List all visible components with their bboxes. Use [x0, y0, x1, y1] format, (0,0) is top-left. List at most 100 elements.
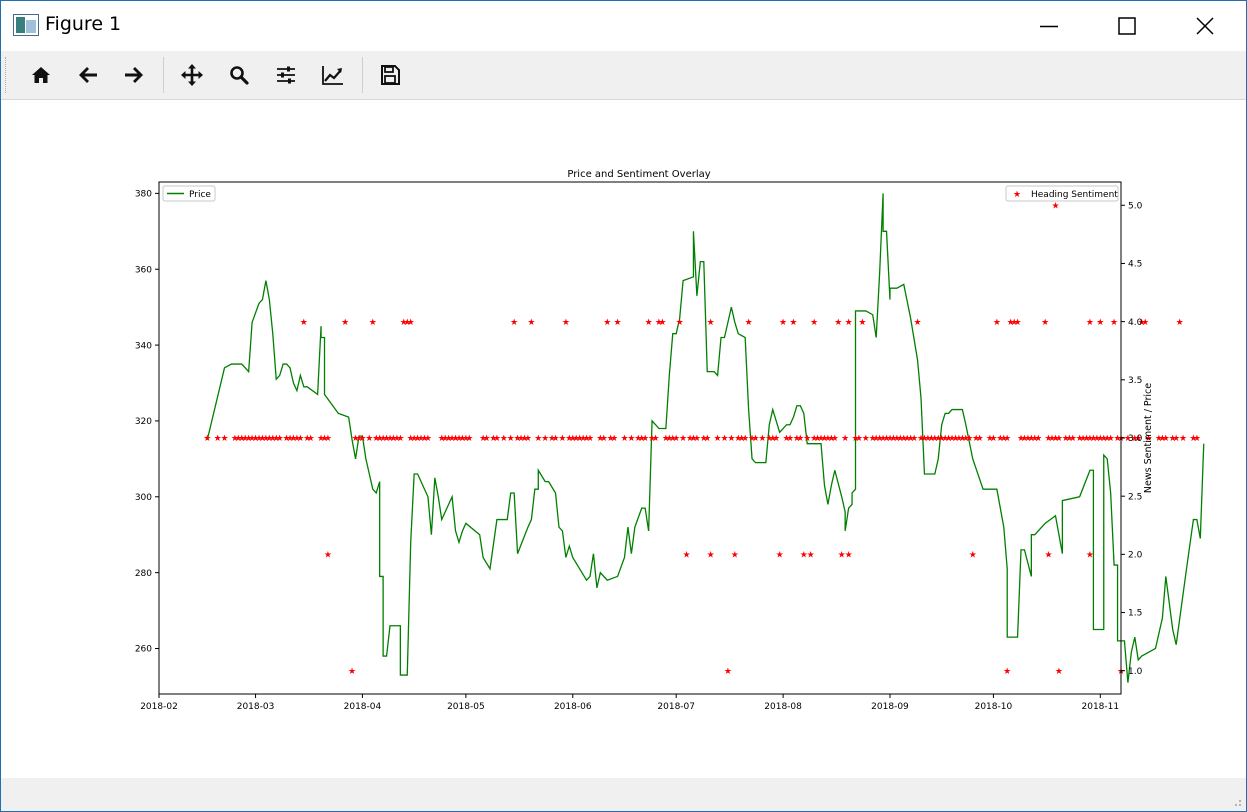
sentiment-point: ★ [527, 318, 535, 328]
toolbar-grip[interactable] [5, 57, 8, 93]
sentiment-point: ★ [1003, 667, 1011, 677]
sentiment-point: ★ [1051, 201, 1059, 211]
edit-axes-icon [322, 66, 343, 85]
back-button[interactable] [71, 59, 105, 91]
x-tick-label: 2018-10 [975, 702, 1013, 712]
sentiment-point: ★ [603, 318, 611, 328]
sentiment-point: ★ [745, 318, 753, 328]
sentiment-point: ★ [658, 318, 666, 328]
y-right-tick-label: 3.0 [1128, 434, 1143, 444]
x-tick-label: 2018-06 [554, 702, 592, 712]
sentiment-point: ★ [976, 434, 984, 444]
sentiment-point: ★ [645, 318, 653, 328]
zoom-button[interactable] [222, 59, 256, 91]
sentiment-point: ★ [307, 434, 315, 444]
sentiment-point: ★ [772, 434, 780, 444]
subplots-icon [277, 66, 295, 84]
save-button[interactable] [373, 59, 407, 91]
forward-button[interactable] [117, 59, 151, 91]
y-right-tick-label: 4.5 [1128, 260, 1142, 270]
y-right-tick-label: 1.0 [1128, 667, 1143, 677]
toolbar-separator [362, 57, 363, 93]
configure-subplots-button[interactable] [269, 59, 303, 91]
sentiment-marker-group: ★ ★ ★ ★ ★ ★ ★ ★ ★ ★ ★ ★ ★ ★ ★ ★ ★ ★ ★ ★ ★ ★ ★ ★ ★ ★ ★ ★ ★ ★ ★ ★ ★ ★ ★ ★ ★ ★ ★ ★… [203, 201, 1201, 676]
resize-grip-icon[interactable] [1232, 797, 1242, 807]
x-tick-label: 2018-11 [1082, 702, 1120, 712]
y-left-tick-label: 320 [135, 417, 152, 427]
sentiment-point: ★ [724, 667, 732, 677]
title-bar: Figure 1 [1, 1, 1246, 51]
x-tick-label: 2018-07 [657, 702, 695, 712]
sentiment-point: ★ [993, 318, 1001, 328]
sentiment-point: ★ [610, 434, 618, 444]
y-axis-left: 260 280 300 320 340 360 380 [135, 190, 159, 655]
sentiment-point: ★ [424, 434, 432, 444]
sentiment-point: ★ [396, 434, 404, 444]
sentiment-point: ★ [1086, 318, 1094, 328]
chart[interactable]: Price and Sentiment Overlay ★ ★★ ★★★★★★★★★… [1, 100, 1246, 778]
figure-canvas[interactable]: Price and Sentiment Overlay ★ ★ ★ ★ ★ ★ ★ ★ ★ ★ ★ ★… [1, 100, 1246, 778]
home-button[interactable] [24, 59, 58, 91]
sentiment-point: ★ [324, 551, 332, 561]
y-right-tick-label: 2.0 [1128, 551, 1143, 561]
sentiment-point: ★ [707, 318, 715, 328]
sentiment-point: ★ [807, 551, 815, 561]
window-title: Figure 1 [45, 13, 122, 35]
x-tick-label: 2018-04 [344, 702, 382, 712]
legend-price[interactable]: Price [162, 185, 216, 202]
toolbar [1, 51, 1246, 100]
sentiment-point: ★ [834, 318, 842, 328]
sentiment-point: ★ [300, 318, 308, 328]
sentiment-point: ★ [776, 551, 784, 561]
save-icon [381, 65, 400, 85]
sentiment-point: ★ [348, 667, 356, 677]
y-right-tick-label: 5.0 [1128, 201, 1143, 211]
sentiment-point: ★ [220, 434, 228, 444]
close-icon [1196, 17, 1214, 35]
sentiment-point: ★ [683, 551, 691, 561]
x-tick-label: 2018-03 [237, 702, 275, 712]
sentiment-point: ★ [703, 434, 711, 444]
sentiment-point: ★ [707, 551, 715, 561]
close-button[interactable] [1166, 1, 1244, 51]
y-left-tick-label: 280 [135, 569, 152, 579]
sentiment-point: ★ [1055, 667, 1063, 677]
minimize-button[interactable] [1010, 1, 1088, 51]
sentiment-point: ★ [1176, 318, 1184, 328]
sentiment-point: ★ [651, 434, 659, 444]
y-axis-right-label: News Sentiment / Price [1143, 383, 1154, 493]
pan-icon [181, 64, 203, 86]
sentiment-point: ★ [1003, 434, 1011, 444]
y-right-tick-label: 1.5 [1128, 609, 1142, 619]
app-icon [13, 14, 39, 36]
y-right-tick-label: 3.5 [1128, 376, 1142, 386]
sentiment-point: ★ [369, 318, 377, 328]
y-left-tick-label: 380 [135, 190, 152, 200]
sentiment-point: ★ [510, 318, 518, 328]
x-tick-label: 2018-09 [871, 702, 909, 712]
maximize-button[interactable] [1088, 1, 1166, 51]
y-left-tick-label: 260 [135, 645, 152, 655]
sentiment-point: ★ [407, 318, 415, 328]
sentiment-point: ★ [614, 318, 622, 328]
sentiment-point: ★ [1034, 434, 1042, 444]
x-tick-label: 2018-08 [764, 702, 802, 712]
y-left-tick-label: 300 [135, 493, 152, 503]
sentiment-point: ★ [969, 551, 977, 561]
back-arrow-icon [79, 67, 97, 83]
sentiment-point: ★ [1041, 318, 1049, 328]
pan-button[interactable] [175, 59, 209, 91]
x-tick-label: 2018-05 [447, 702, 485, 712]
y-left-tick-label: 360 [135, 265, 152, 275]
y-right-tick-label: 2.5 [1128, 492, 1142, 502]
sentiment-point: ★ [914, 318, 922, 328]
legend-sentiment-label: Heading Sentiment [1031, 190, 1118, 200]
legend-sentiment[interactable]: ★ Heading Sentiment [1005, 185, 1119, 202]
toolbar-separator [163, 57, 164, 93]
sentiment-point: ★ [341, 318, 349, 328]
chart-title: Price and Sentiment Overlay [567, 169, 710, 180]
edit-axes-button[interactable] [316, 59, 350, 91]
sentiment-point: ★ [1110, 318, 1118, 328]
x-axis: 2018-02 2018-03 2018-04 2018-05 2018-06 2018-… [140, 694, 1119, 712]
sentiment-point: ★ [858, 318, 866, 328]
